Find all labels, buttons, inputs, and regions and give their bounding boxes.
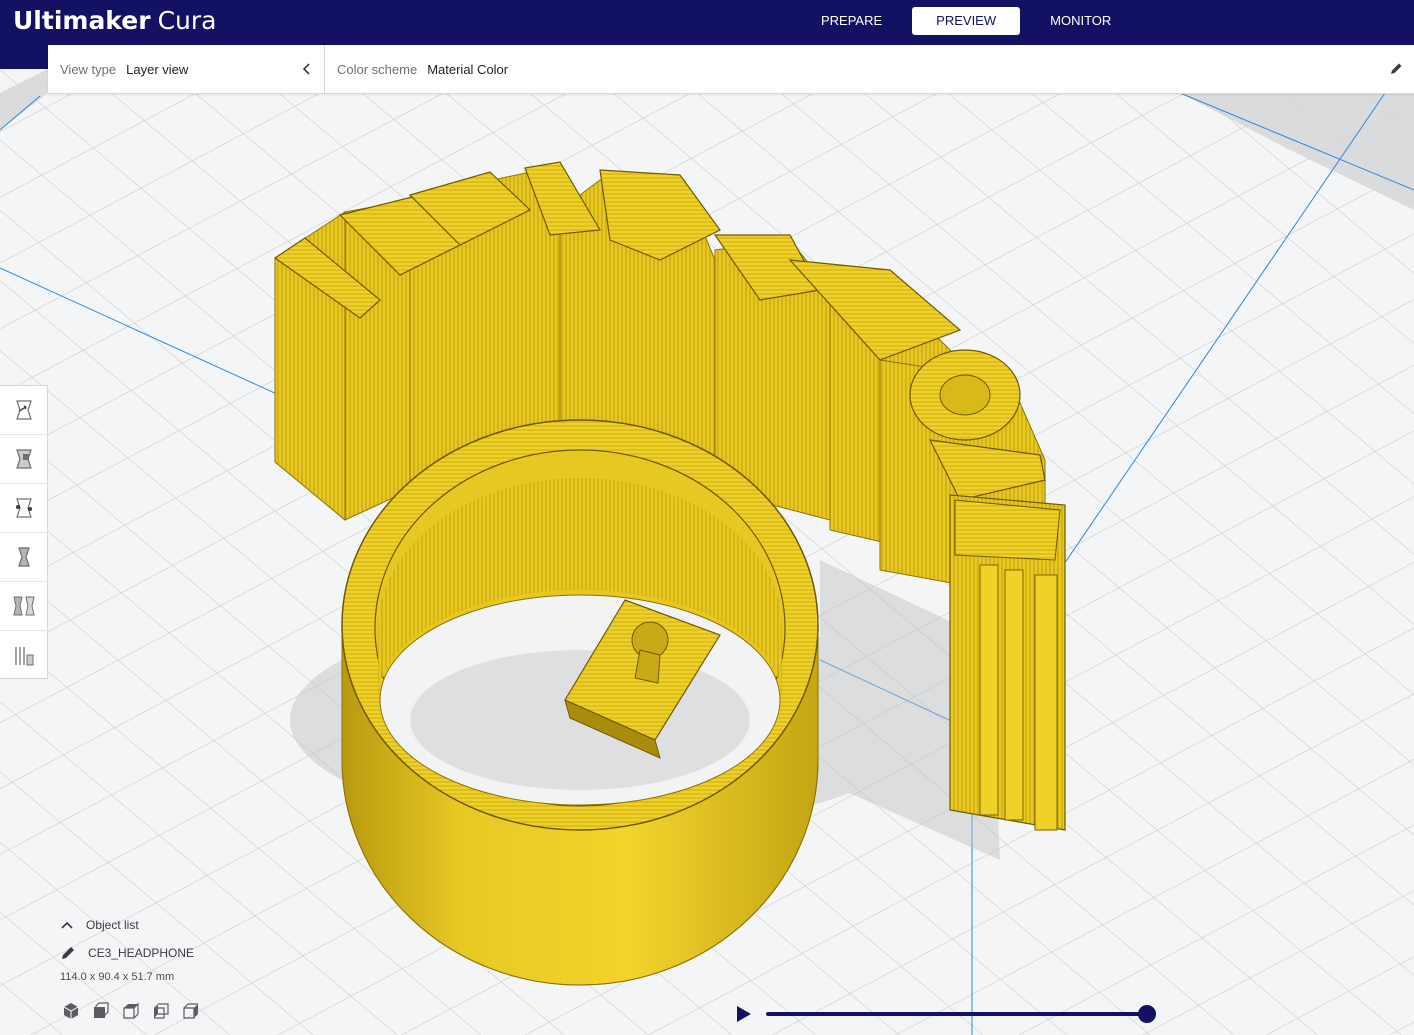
left-view-button[interactable] bbox=[150, 1000, 172, 1022]
app-logo: Ultimaker Cura bbox=[13, 5, 216, 37]
chevron-left-icon[interactable] bbox=[300, 62, 314, 76]
tab-prepare[interactable]: PREPARE bbox=[797, 7, 906, 35]
3d-view-icon bbox=[63, 1003, 79, 1019]
3d-viewport[interactable] bbox=[0, 45, 1414, 1035]
camera-view-buttons bbox=[60, 1000, 210, 1022]
layer-path-slider-handle[interactable] bbox=[1138, 1005, 1156, 1023]
front-view-icon bbox=[94, 1002, 109, 1018]
header-bar: Ultimaker Cura PREPARE PREVIEW MONITOR bbox=[0, 0, 1414, 45]
tab-monitor[interactable]: MONITOR bbox=[1026, 7, 1135, 35]
object-name: CE3_HEADPHONE bbox=[88, 946, 195, 960]
build-plate-scene bbox=[0, 45, 1414, 1035]
color-scheme-label: Color scheme bbox=[337, 61, 418, 77]
stage-menu: PREPARE PREVIEW MONITOR bbox=[797, 7, 1141, 35]
object-name-row[interactable]: CE3_HEADPHONE bbox=[60, 945, 194, 961]
move-tool-button[interactable] bbox=[0, 386, 48, 435]
product-name: Cura bbox=[157, 6, 217, 35]
view-type-selector[interactable]: View type Layer view bbox=[60, 45, 188, 93]
right-view-icon bbox=[183, 1003, 198, 1019]
divider bbox=[324, 45, 325, 93]
rotate-tool-icon bbox=[16, 498, 32, 518]
tab-preview[interactable]: PREVIEW bbox=[912, 7, 1021, 35]
pencil-icon[interactable] bbox=[60, 945, 76, 961]
header-extension-left bbox=[0, 45, 48, 69]
layer-path-slider-track[interactable] bbox=[766, 1012, 1156, 1016]
scale-tool-icon bbox=[16, 449, 32, 469]
color-scheme-selector[interactable]: Color scheme Material Color bbox=[337, 45, 508, 93]
top-view-button[interactable] bbox=[120, 1000, 142, 1022]
3d-view-button[interactable] bbox=[60, 1000, 82, 1022]
view-options-bar: View type Layer view Color scheme Materi… bbox=[48, 45, 1414, 94]
per-model-settings-icon bbox=[13, 596, 35, 616]
tool-panel bbox=[0, 385, 48, 679]
object-list-header: Object list bbox=[86, 918, 139, 932]
object-list-toggle[interactable]: Object list bbox=[60, 915, 139, 935]
play-icon[interactable] bbox=[733, 1004, 753, 1024]
front-view-button[interactable] bbox=[90, 1000, 112, 1022]
object-list-panel: Object list CE3_HEADPHONE 114.0 x 90.4 x… bbox=[60, 915, 194, 983]
rotate-tool-button[interactable] bbox=[0, 484, 48, 533]
view-type-label: View type bbox=[60, 61, 117, 77]
move-tool-icon bbox=[16, 400, 32, 420]
view-type-value[interactable]: Layer view bbox=[126, 62, 188, 77]
left-view-icon bbox=[154, 1003, 169, 1019]
color-scheme-value[interactable]: Material Color bbox=[427, 62, 508, 77]
support-blocker-icon bbox=[15, 646, 34, 665]
brand-name: Ultimaker bbox=[13, 6, 151, 35]
pencil-icon[interactable] bbox=[1388, 61, 1404, 77]
support-blocker-button[interactable] bbox=[0, 631, 48, 680]
top-view-icon bbox=[123, 1002, 139, 1019]
chevron-up-icon bbox=[61, 921, 73, 929]
right-view-button[interactable] bbox=[180, 1000, 202, 1022]
mirror-tool-icon bbox=[18, 547, 30, 567]
scale-tool-button[interactable] bbox=[0, 435, 48, 484]
mirror-tool-button[interactable] bbox=[0, 533, 48, 582]
per-model-settings-button[interactable] bbox=[0, 582, 48, 631]
headband-ring-model bbox=[341, 419, 819, 986]
object-dimensions: 114.0 x 90.4 x 51.7 mm bbox=[60, 971, 175, 983]
